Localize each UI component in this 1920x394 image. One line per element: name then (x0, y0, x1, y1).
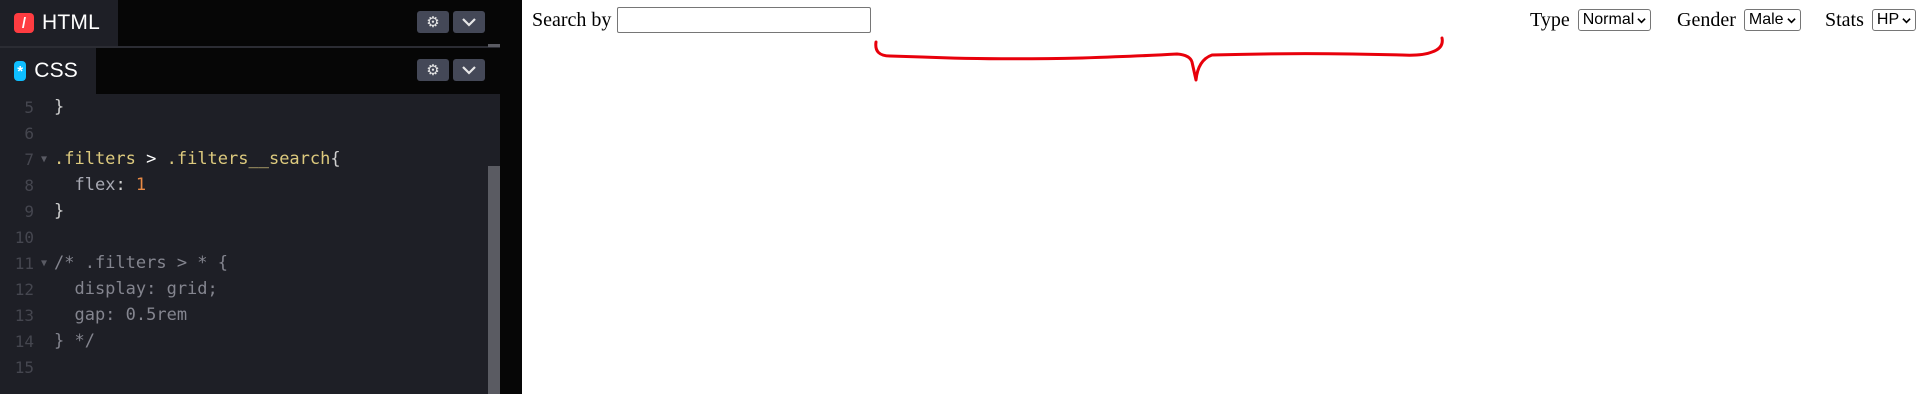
css-settings-button[interactable]: ⚙ (417, 59, 449, 81)
html-settings-button[interactable]: ⚙ (417, 11, 449, 33)
gear-icon: ⚙ (426, 14, 440, 31)
code-line: 9 } (0, 198, 500, 224)
css-colon: : (115, 175, 136, 195)
code-line: 14 } */ (0, 328, 500, 354)
code-line: 13 gap: 0.5rem (0, 302, 500, 328)
css-code-area[interactable]: 5 } 6 7 ▼ .filters > .filters__search{ 8 … (0, 94, 500, 394)
css-panel-header: * CSS ⚙ (0, 48, 500, 94)
css-property: flex (74, 175, 116, 195)
line-number: 11 (14, 253, 34, 273)
line-number: 9 (24, 201, 34, 221)
css-tab[interactable]: * CSS (0, 48, 96, 94)
code-text: } (54, 97, 65, 117)
html-logo-icon: / (14, 13, 34, 33)
css-comment: /* .filters > * { (54, 253, 228, 273)
css-logo-icon: * (14, 61, 27, 81)
css-tab-label: CSS (34, 59, 78, 82)
line-number: 6 (24, 123, 34, 143)
fold-arrow-icon[interactable]: ▼ (34, 154, 54, 165)
css-combinator: > (135, 149, 167, 169)
line-number: 10 (14, 227, 34, 247)
code-line: 8 flex: 1 (0, 172, 500, 198)
code-line: 15 (0, 354, 500, 380)
css-scrollbar-thumb[interactable] (488, 166, 500, 394)
css-selector: .filters (54, 149, 136, 169)
line-number: 12 (14, 279, 34, 299)
html-collapse-button[interactable] (453, 11, 485, 33)
css-collapse-button[interactable] (453, 59, 485, 81)
annotation-brace (874, 36, 1444, 82)
line-number: 13 (14, 305, 34, 325)
code-line: 6 (0, 120, 500, 146)
code-line: 11 ▼ /* .filters > * { (0, 250, 500, 276)
css-value: 1 (135, 175, 147, 195)
css-brace: { (330, 149, 341, 169)
code-line: 5 } (0, 94, 500, 120)
pane-resize-divider[interactable] (500, 0, 522, 394)
code-text: } (54, 201, 65, 221)
html-tab-label: HTML (42, 11, 100, 34)
html-tab[interactable]: / HTML (0, 0, 118, 46)
code-line: 10 (0, 224, 500, 250)
line-number: 14 (14, 331, 34, 351)
css-comment: display: grid; (54, 279, 218, 299)
css-selector: .filters__search (166, 149, 331, 169)
line-number: 5 (24, 97, 34, 117)
html-panel-header: / HTML ⚙ (0, 0, 500, 46)
html-scrollbar-thumb[interactable] (488, 44, 500, 47)
code-line: 12 display: grid; (0, 276, 500, 302)
code-line: 7 ▼ .filters > .filters__search{ (0, 146, 500, 172)
annotation-brace-path (874, 36, 1444, 82)
gear-icon: ⚙ (426, 62, 440, 79)
fold-arrow-icon[interactable]: ▼ (34, 258, 54, 269)
css-comment: gap: 0.5rem (54, 305, 188, 325)
css-comment: } */ (54, 331, 95, 351)
line-number: 8 (24, 175, 34, 195)
code-editor-pane: / HTML ⚙ * CSS ⚙ 5 } 6 7 ▼ .filters > .f… (0, 0, 522, 394)
line-number: 7 (24, 149, 34, 169)
chevron-down-icon (462, 65, 476, 75)
chevron-down-icon (462, 17, 476, 27)
line-number: 15 (14, 357, 34, 377)
result-preview: Search by Type Normal Gender Male Stats … (522, 0, 1920, 394)
